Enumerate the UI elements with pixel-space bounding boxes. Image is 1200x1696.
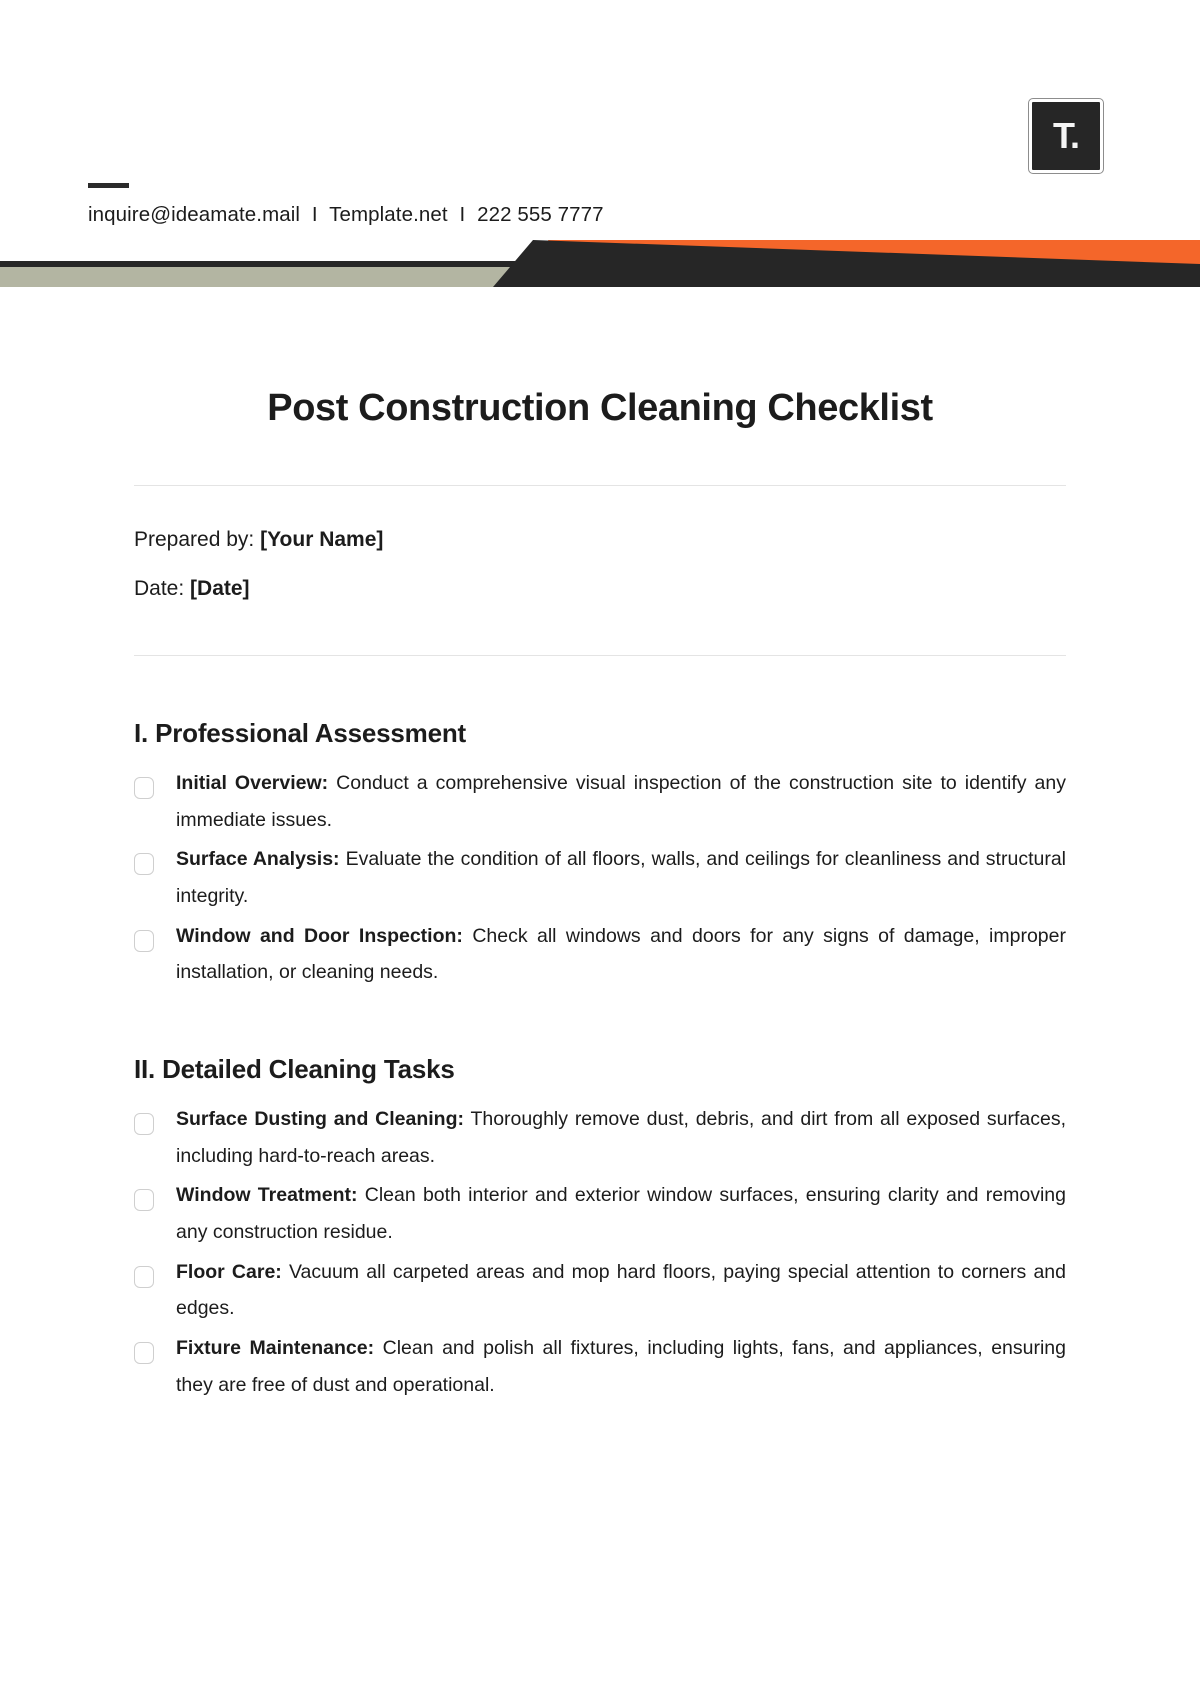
header-banner-graphic	[0, 240, 1200, 287]
checklist-item-text: Surface Analysis: Evaluate the condition…	[176, 841, 1066, 914]
contact-email: inquire@ideamate.mail	[88, 203, 301, 226]
checklist-item[interactable]: Surface Dusting and Cleaning: Thoroughly…	[134, 1101, 1066, 1174]
checklist-item[interactable]: Fixture Maintenance: Clean and polish al…	[134, 1330, 1066, 1403]
section-heading: I. Professional Assessment	[134, 718, 466, 748]
checklist-item[interactable]: Surface Analysis: Evaluate the condition…	[134, 841, 1066, 914]
contact-separator-2: I	[459, 203, 466, 226]
checklist-item-label: Surface Analysis:	[176, 848, 340, 871]
checklist-item-text: Fixture Maintenance: Clean and polish al…	[176, 1330, 1066, 1403]
checklist-item-label: Window Treatment:	[176, 1184, 358, 1207]
checkbox-icon[interactable]	[134, 1265, 154, 1288]
checklist-item-description: Vacuum all carpeted areas and mop hard f…	[176, 1260, 1066, 1320]
contact-website: Template.net	[329, 203, 448, 226]
header-contact-info: inquire@ideamate.mail I Template.net I 2…	[88, 203, 604, 227]
prepared-by-row: Prepared by: [Your Name]	[134, 529, 1200, 550]
checklist-item-text: Window and Door Inspection: Check all wi…	[176, 918, 1066, 991]
prepared-by-label: Prepared by:	[134, 528, 255, 551]
checkbox-icon[interactable]	[134, 777, 154, 799]
document-body: Post Construction Cleaning Checklist Pre…	[0, 287, 1200, 1406]
checkbox-icon[interactable]	[134, 853, 154, 876]
banner-sage-shape	[0, 267, 525, 287]
header-accent-dash	[88, 183, 129, 188]
checklist-item[interactable]: Initial Overview: Conduct a comprehensiv…	[134, 765, 1066, 838]
date-label: Date:	[134, 577, 185, 600]
checklist-item[interactable]: Window and Door Inspection: Check all wi…	[134, 918, 1066, 991]
checklist-item-label: Fixture Maintenance:	[176, 1336, 375, 1359]
checklist-item-text: Surface Dusting and Cleaning: Thoroughly…	[176, 1101, 1066, 1174]
section-professional-assessment: I. Professional Assessment Initial Overv…	[0, 656, 1200, 991]
checkbox-icon[interactable]	[134, 929, 154, 952]
brand-logo: T.	[1028, 98, 1104, 174]
prepared-by-value[interactable]: [Your Name]	[260, 528, 383, 551]
checklist-item[interactable]: Floor Care: Vacuum all carpeted areas an…	[134, 1254, 1066, 1327]
section-heading: II. Detailed Cleaning Tasks	[134, 1053, 455, 1084]
checklist-item-label: Window and Door Inspection:	[176, 924, 463, 947]
section-detailed-cleaning-tasks: II. Detailed Cleaning Tasks Surface Dust…	[0, 994, 1200, 1403]
checkbox-icon[interactable]	[134, 1112, 154, 1135]
checklist-item-text: Floor Care: Vacuum all carpeted areas an…	[176, 1254, 1066, 1327]
contact-separator-1: I	[311, 203, 318, 226]
checklist-item-label: Initial Overview:	[176, 772, 329, 794]
banner-dark-rule	[0, 261, 540, 267]
date-value[interactable]: [Date]	[190, 577, 250, 600]
contact-phone: 222 555 7777	[477, 203, 604, 226]
checklist-item-text: Window Treatment: Clean both interior an…	[176, 1177, 1066, 1250]
checklist-item-label: Floor Care:	[176, 1260, 282, 1283]
checklist-professional-assessment: Initial Overview: Conduct a comprehensiv…	[134, 765, 1066, 991]
checklist-detailed-cleaning-tasks: Surface Dusting and Cleaning: Thoroughly…	[134, 1101, 1066, 1403]
checkbox-icon[interactable]	[134, 1341, 154, 1364]
document-page: T. inquire@ideamate.mail I Template.net …	[0, 0, 1200, 1696]
checkbox-icon[interactable]	[134, 1189, 154, 1212]
date-row: Date: [Date]	[134, 578, 1200, 599]
document-header: T. inquire@ideamate.mail I Template.net …	[0, 0, 1200, 252]
checklist-item[interactable]: Window Treatment: Clean both interior an…	[134, 1177, 1066, 1250]
checklist-item-text: Initial Overview: Conduct a comprehensiv…	[176, 765, 1066, 838]
document-meta: Prepared by: [Your Name] Date: [Date]	[0, 486, 1200, 599]
checklist-item-label: Surface Dusting and Cleaning:	[176, 1107, 465, 1130]
page-title: Post Construction Cleaning Checklist	[267, 387, 933, 429]
brand-logo-text: T.	[1052, 115, 1080, 156]
